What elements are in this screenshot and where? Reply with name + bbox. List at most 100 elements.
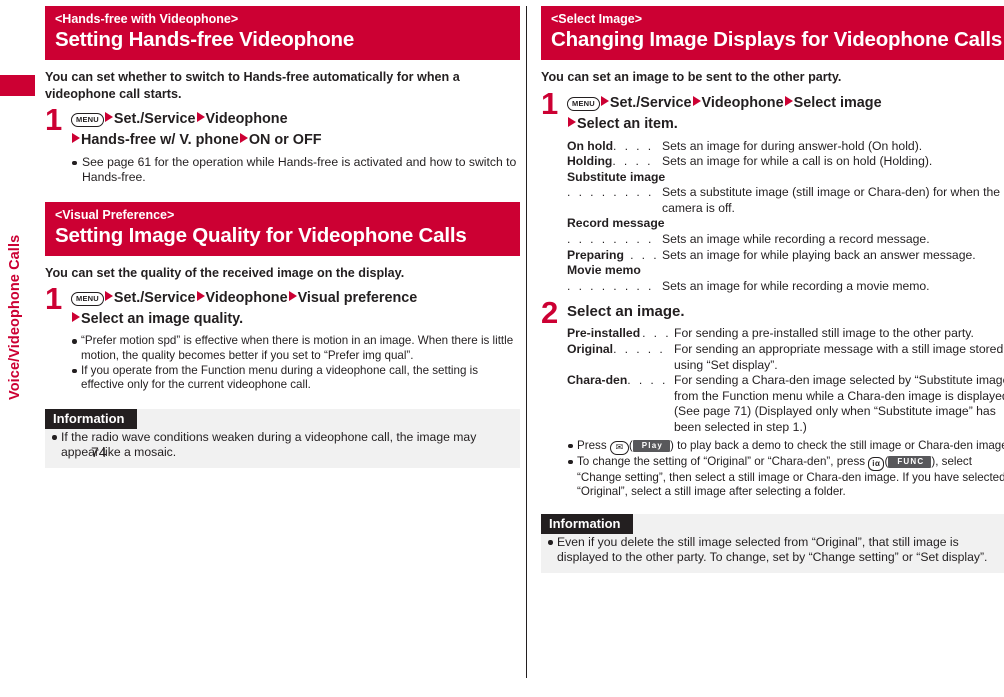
definition-desc: Sets a substitute image (still image or … [662,185,1001,215]
section-banner: <Select Image> Changing Image Displays f… [541,6,1004,60]
page-number: 74 [91,443,107,460]
note-item: “Prefer motion spd” is effective when th… [71,334,520,363]
definition-row: Original. . . . . . . For sending an app… [567,342,1004,373]
arrow-right-icon [72,133,80,143]
menu-path-4: Select an item. [577,115,678,132]
definition-list-step1: On hold. . . . . Sets an image for durin… [541,139,1004,295]
arrow-right-icon [784,95,793,106]
arrow-right-icon [692,95,701,106]
mail-key-icon[interactable]: ✉ [609,440,629,455]
definition-row: Preparing . . . Sets an image for while p… [567,248,1004,264]
arrow-right-icon [239,133,248,143]
dot-leader: . . . [642,326,671,341]
definition-row: Holding. . . . . Sets an image for while… [567,154,1004,170]
definition-term: Substitute image [567,169,666,184]
definition-row: Pre-installed. . . For sending a pre-ins… [567,326,1004,342]
section-lead: You can set the quality of the received … [45,265,405,280]
menu-path-2: Videophone [205,290,288,307]
section-visual-preference: <Visual Preference> Setting Image Qualit… [45,201,520,468]
arrow-right-icon [600,95,609,106]
menu-key-icon[interactable]: MENU [71,113,104,127]
menu-key-icon[interactable]: MENU [71,292,104,307]
notes-list: “Prefer motion spd” is effective when th… [71,334,520,392]
definition-row: . . . . . . . . . . . . Sets an image fo… [567,279,1004,295]
menu-path-1: Set./Service [113,290,196,307]
note-item: To change the setting of “Original” or “… [567,455,1004,500]
step-number: 1 [45,102,63,137]
menu-path-2: Videophone [701,94,784,111]
definition-desc: Sets an image for while a call is on hol… [662,154,933,169]
definition-row: Chara-den. . . . . For sending a Chara-d… [567,373,1004,435]
definition-desc: For sending a pre-installed still image … [674,326,974,341]
menu-path-2: Videophone [205,111,288,127]
information-title: Information [45,408,137,429]
step-number: 1 [45,281,63,317]
notes-list: See page 61 for the operation while Hand… [71,155,520,186]
step-1: 1 MENU Set./Service Videophone Hands-free w… [45,104,520,151]
definition-row: On hold. . . . . Sets an image for durin… [567,139,1004,155]
dot-leader: . . . . . [627,373,671,388]
note-item: See page 61 for the operation while Hand… [71,155,520,186]
chapter-label: Voice/Videophone Calls [7,234,23,400]
information-title: Information [541,513,633,534]
left-column: <Hands-free with Videophone> Setting Han… [45,6,520,468]
definition-term: Preparing [567,247,624,262]
information-item: If the radio wave conditions weaken duri… [51,430,512,461]
definition-desc: For sending a Chara-den image selected b… [674,373,1004,434]
notes-list: Press ✉(Play) to play back a demo to che… [567,439,1004,500]
dot-leader: . . . [630,247,659,262]
section-eyebrow: <Select Image> [551,12,643,26]
section-eyebrow: <Visual Preference> [55,207,175,222]
definition-desc: For sending an appropriate message with … [674,342,1004,372]
dot-leader: . . . . . . . . . . . . [567,278,659,293]
arrow-right-icon [288,291,297,302]
softkey-play-label[interactable]: Play [632,439,671,452]
definition-row: . . . . . . . . . . . . Sets a substitut… [567,185,1004,216]
menu-path-3: Select image [793,94,882,111]
func-key-icon[interactable]: iα [868,456,885,471]
dot-leader: . . . . . [613,138,659,153]
arrow-right-icon [196,112,205,122]
section-banner: <Hands-free with Videophone> Setting Han… [45,6,520,60]
dot-leader: . . . . . . . . . . . . [567,232,659,247]
step-instruction: MENU Set./Service Videophone Select image Se… [567,92,1004,135]
dot-leader: . . . . . . . [613,342,671,357]
information-box: Information If the radio wave conditions… [45,408,520,468]
definition-list-step2: Pre-installed. . . For sending a pre-ins… [541,326,1004,435]
section-select-image: <Select Image> Changing Image Displays f… [541,6,1004,573]
section-banner: <Visual Preference> Setting Image Qualit… [45,201,520,256]
note-item: If you operate from the Function menu du… [71,364,520,393]
definition-desc: Sets an image for while recording a movi… [662,278,930,293]
chapter-rail: Voice/Videophone Calls [0,0,40,697]
definition-desc: Sets an image for while playing back an … [662,247,976,262]
step-number: 2 [541,295,559,331]
step-notes-container: “Prefer motion spd” is effective when th… [45,334,520,392]
dot-leader: . . . . . [612,154,659,169]
step-instruction: MENU Set./Service Videophone Visual prefere… [71,287,520,330]
step-1: 1 MENU Set./Service Videophone Visual prefe… [45,283,520,330]
definition-term: Movie memo [567,263,641,278]
right-column: <Select Image> Changing Image Displays f… [541,6,1004,573]
step-2: 2 Select an image. [541,297,1004,328]
note-text-before: Press [577,438,607,452]
definition-term: On hold [567,138,614,153]
section-title: Setting Hands-free Videophone [55,28,355,51]
note-item: Press ✉(Play) to play back a demo to che… [567,439,1004,455]
softkey-func-label[interactable]: FUNC [888,455,932,468]
step-1: 1 MENU Set./Service Videophone Select image… [541,88,1004,135]
information-item: Even if you delete the still image selec… [547,535,1004,566]
information-body: If the radio wave conditions weaken duri… [45,429,520,468]
menu-path-1: Set./Service [609,94,692,111]
menu-path-4: ON or OFF [248,132,322,148]
definition-term: Pre-installed [567,326,641,341]
definition-term: Holding [567,154,613,169]
definition-term: Record message [567,216,665,231]
definition-desc: Sets an image for during answer-hold (On… [662,138,923,153]
arrow-right-icon [568,116,576,127]
arrow-right-icon [196,291,205,302]
step-instruction: Select an image. [567,303,685,321]
dot-leader: . . . . . . . . . . . . [567,185,659,200]
chapter-tab-marker [0,75,35,96]
menu-key-icon[interactable]: MENU [567,96,600,111]
definition-term: Original [567,342,614,357]
